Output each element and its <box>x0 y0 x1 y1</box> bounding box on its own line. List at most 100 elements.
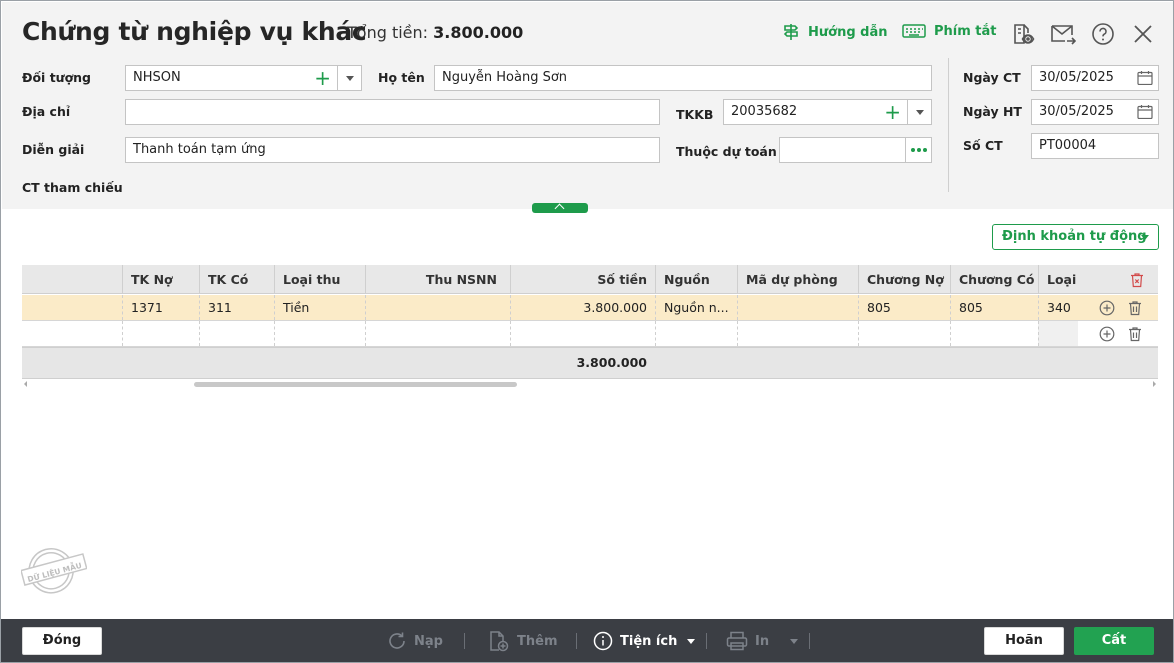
close-icon[interactable] <box>1130 21 1156 47</box>
guide-link[interactable]: Hướng dẫn <box>782 23 888 41</box>
delete-row-icon[interactable] <box>1127 326 1143 342</box>
row-selector-header <box>22 265 122 293</box>
dia-chi-label: Địa chỉ <box>22 104 71 119</box>
more-options-icon[interactable] <box>905 138 931 162</box>
calendar-icon[interactable] <box>1137 70 1153 85</box>
ngay-ht-label: Ngày HT <box>963 104 1022 119</box>
cell-nguon[interactable]: Nguồn n... <box>655 295 737 320</box>
cell-tk-no[interactable] <box>122 321 199 346</box>
doi-tuong-label: Đối tượng <box>22 70 92 85</box>
scroll-right-arrow[interactable] <box>1153 381 1156 387</box>
total-value: 3.800.000 <box>433 23 524 42</box>
cell-loai-k[interactable] <box>1038 321 1078 346</box>
save-button[interactable]: Cất <box>1074 627 1154 655</box>
sample-data-stamp: DỮ LIỆU MẪU <box>21 548 87 594</box>
ho-ten-field[interactable]: Nguyễn Hoàng Sơn <box>434 65 932 91</box>
keyboard-icon <box>902 24 926 38</box>
tkkb-field[interactable]: 20035682 + <box>723 99 932 125</box>
grid-header: TK Nợ TK Có Loại thu Thu NSNN Số tiền Ng… <box>22 265 1158 294</box>
print-button[interactable]: In <box>726 629 799 653</box>
cell-loai-thu[interactable]: Tiền <box>274 295 365 320</box>
cell-so-tien[interactable] <box>510 321 655 346</box>
auto-entry-button[interactable]: Định khoản tự động <box>992 224 1159 250</box>
col-thu-nsnn[interactable]: Thu NSNN <box>365 265 510 293</box>
dien-giai-field[interactable]: Thanh toán tạm ứng <box>125 137 660 163</box>
collapse-header-button[interactable] <box>532 203 588 213</box>
cell-thu-nsnn[interactable] <box>365 295 510 320</box>
info-icon <box>593 631 613 651</box>
thuoc-du-toan-field[interactable] <box>779 137 932 163</box>
shortcut-link[interactable]: Phím tắt <box>902 23 997 39</box>
new-document-icon <box>490 631 509 652</box>
calendar-icon[interactable] <box>1137 104 1153 119</box>
col-tk-no[interactable]: TK Nợ <box>122 265 199 293</box>
add-tkkb-icon[interactable]: + <box>884 100 901 124</box>
tkkb-value: 20035682 <box>731 104 798 119</box>
utility-menu-button[interactable]: Tiện ích <box>593 629 696 653</box>
so-ct-field[interactable]: PT00004 <box>1031 133 1159 159</box>
col-chuong-co[interactable]: Chương Có <box>950 265 1038 293</box>
cell-ma-du-phong[interactable] <box>737 295 858 320</box>
table-row-empty[interactable] <box>22 321 1158 347</box>
add-row-icon[interactable] <box>1099 300 1115 316</box>
add-new-button[interactable]: Thêm <box>488 629 558 653</box>
cell-loai-k[interactable]: 340 <box>1038 295 1078 320</box>
col-loai-k[interactable]: Loại k <box>1038 265 1078 293</box>
ngay-ht-field[interactable]: 30/05/2025 <box>1031 99 1159 125</box>
delete-all-icon[interactable] <box>1129 272 1145 288</box>
toolbar-divider <box>706 633 707 649</box>
cell-chuong-co[interactable]: 805 <box>950 295 1038 320</box>
chevron-down-icon <box>790 638 799 644</box>
ct-tham-chieu-label: CT tham chiếu <box>22 180 123 195</box>
ngay-ct-field[interactable]: 30/05/2025 <box>1031 65 1159 91</box>
cell-loai-thu[interactable] <box>274 321 365 346</box>
cell-thu-nsnn[interactable] <box>365 321 510 346</box>
cell-ma-du-phong[interactable] <box>737 321 858 346</box>
dia-chi-field[interactable] <box>125 99 660 125</box>
row-selector[interactable] <box>22 295 122 320</box>
add-row-icon[interactable] <box>1099 326 1115 342</box>
doi-tuong-dropdown[interactable] <box>337 66 361 90</box>
dien-giai-label: Diễn giải <box>22 142 85 157</box>
tkkb-dropdown[interactable] <box>907 100 931 124</box>
help-icon[interactable] <box>1090 21 1116 47</box>
reload-icon <box>389 632 405 649</box>
cell-tk-co[interactable]: 311 <box>199 295 274 320</box>
printer-icon <box>726 631 748 651</box>
close-button[interactable]: Đóng <box>22 627 102 655</box>
reload-button[interactable]: Nạp <box>387 629 443 653</box>
col-loai-thu[interactable]: Loại thu <box>274 265 365 293</box>
send-mail-icon[interactable] <box>1050 21 1076 47</box>
col-nguon[interactable]: Nguồn <box>655 265 737 293</box>
add-doi-tuong-icon[interactable]: + <box>314 66 331 90</box>
cell-tk-no[interactable]: 1371 <box>122 295 199 320</box>
table-row[interactable]: 1371 311 Tiền 3.800.000 Nguồn n... 805 8… <box>22 295 1158 321</box>
delete-row-icon[interactable] <box>1127 300 1143 316</box>
shortcut-label: Phím tắt <box>934 23 997 39</box>
utility-label: Tiện ích <box>620 633 678 649</box>
view-document-icon[interactable] <box>1010 21 1036 47</box>
row-selector[interactable] <box>22 321 122 346</box>
ngay-ct-label: Ngày CT <box>963 70 1021 85</box>
total-label: Tổng tiền: <box>347 23 429 42</box>
total-amount: Tổng tiền: 3.800.000 <box>347 23 523 42</box>
cell-chuong-co[interactable] <box>950 321 1038 346</box>
guide-label: Hướng dẫn <box>808 24 888 40</box>
cell-chuong-no[interactable] <box>858 321 950 346</box>
cell-tk-co[interactable] <box>199 321 274 346</box>
doi-tuong-field[interactable]: NHSON + <box>125 65 362 91</box>
col-ma-du-phong[interactable]: Mã dự phòng <box>737 265 858 293</box>
horizontal-scrollbar[interactable] <box>22 380 1158 390</box>
cell-nguon[interactable] <box>655 321 737 346</box>
scroll-thumb[interactable] <box>194 382 517 387</box>
col-chuong-no[interactable]: Chương Nợ <box>858 265 950 293</box>
header-panel: Chứng từ nghiệp vụ khác Tổng tiền: 3.800… <box>2 2 1173 209</box>
grid-total-row: 3.800.000 <box>22 347 1158 379</box>
cell-so-tien[interactable]: 3.800.000 <box>510 295 655 320</box>
scroll-left-arrow[interactable] <box>24 381 27 387</box>
col-so-tien[interactable]: Số tiền <box>510 265 655 293</box>
cell-chuong-no[interactable]: 805 <box>858 295 950 320</box>
toolbar-divider <box>809 633 810 649</box>
cancel-button[interactable]: Hoãn <box>984 627 1064 655</box>
col-tk-co[interactable]: TK Có <box>199 265 274 293</box>
